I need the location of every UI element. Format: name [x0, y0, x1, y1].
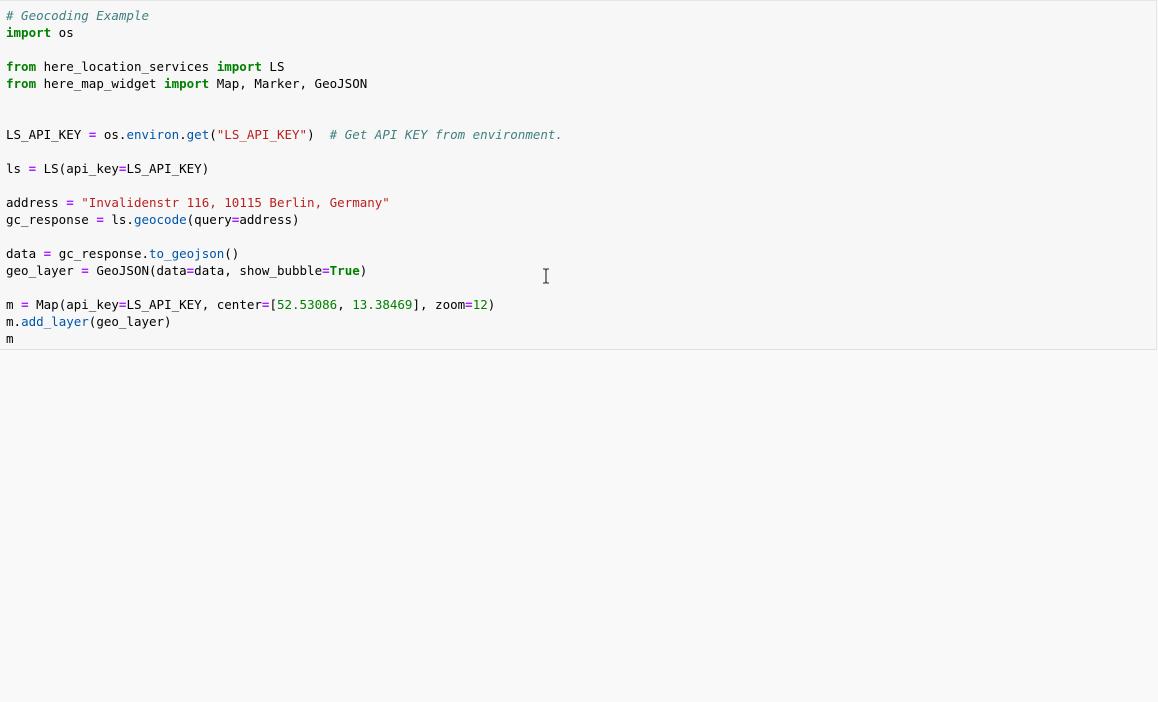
code-token: ) — [359, 263, 368, 278]
code-token: ( — [209, 127, 217, 142]
code-token: ls — [103, 212, 127, 227]
code-token: Map, Marker, GeoJSON — [209, 76, 368, 91]
code-token: = — [28, 161, 37, 176]
code-token: LS — [261, 59, 285, 74]
code-token: 12 — [472, 297, 488, 312]
code-line[interactable]: data = gc_response.to_geojson() — [6, 245, 563, 262]
code-token: geocode — [133, 212, 187, 227]
code-token: . — [13, 314, 22, 329]
code-line[interactable]: LS_API_KEY = os.environ.get("LS_API_KEY"… — [6, 126, 563, 143]
code-token: LS_API_KEY) — [126, 161, 210, 176]
code-token: ], zoom — [412, 297, 466, 312]
code-line[interactable]: from here_location_services import LS — [6, 58, 563, 75]
code-token: address — [6, 195, 67, 210]
code-token: # Get API KEY from environment. — [329, 127, 563, 142]
code-token: LS_API_KEY, center — [126, 297, 262, 312]
code-token: environ — [126, 127, 180, 142]
code-token: ) — [307, 127, 330, 142]
code-token: os — [51, 25, 74, 40]
code-line[interactable] — [6, 109, 563, 126]
code-token: "LS_API_KEY" — [216, 127, 308, 142]
code-cell[interactable]: # Geocoding Example import os from here_l… — [0, 0, 1157, 350]
code-line[interactable] — [6, 228, 563, 245]
code-line[interactable]: m.add_layer(geo_layer) — [6, 313, 563, 330]
code-token: here_map_widget — [36, 76, 165, 91]
code-token: os — [96, 127, 119, 142]
code-token: from — [6, 59, 37, 74]
code-token: import — [164, 76, 210, 91]
code-line[interactable] — [6, 177, 563, 194]
code-line[interactable]: from here_map_widget import Map, Marker,… — [6, 75, 563, 92]
code-line[interactable] — [6, 279, 563, 296]
code-line[interactable]: import os — [6, 24, 563, 41]
code-token: . — [179, 127, 187, 142]
code-token: from — [6, 76, 37, 91]
code-line[interactable] — [6, 41, 563, 58]
code-token: data, show_bubble — [194, 263, 323, 278]
code-token: LS(api_key — [36, 161, 119, 176]
code-token: = — [465, 297, 473, 312]
code-token: = — [66, 195, 74, 210]
code-line[interactable]: ls = LS(api_key=LS_API_KEY) — [6, 160, 563, 177]
code-line[interactable] — [6, 143, 563, 160]
code-line[interactable]: # Geocoding Example — [6, 7, 563, 24]
code-token: . — [141, 246, 150, 261]
code-token: GeoJSON(data — [88, 263, 187, 278]
code-token: (geo_layer) — [88, 314, 172, 329]
code-token: LS_API_KEY — [6, 127, 89, 142]
code-line[interactable]: geo_layer = GeoJSON(data=data, show_bubb… — [6, 262, 563, 279]
code-token: = — [81, 263, 89, 278]
code-token: gc_response — [51, 246, 142, 261]
code-token: = — [21, 297, 29, 312]
code-token: , — [337, 297, 353, 312]
code-token: m — [6, 314, 14, 329]
code-token: get — [186, 127, 210, 142]
code-token: 13.38469 — [352, 297, 413, 312]
code-token: to_geojson — [149, 246, 225, 261]
code-token: gc_response — [6, 212, 97, 227]
code-token: # Geocoding Example — [6, 8, 149, 23]
code-token: ls — [6, 161, 29, 176]
code-token: = — [322, 263, 330, 278]
code-token: import — [6, 25, 52, 40]
code-line[interactable] — [6, 92, 563, 109]
code-token: here_location_services — [36, 59, 217, 74]
code-token: add_layer — [21, 314, 89, 329]
code-token: = — [96, 212, 104, 227]
code-line[interactable]: m — [6, 330, 563, 347]
code-token: import — [216, 59, 262, 74]
code-line[interactable]: gc_response = ls.geocode(query=address) — [6, 211, 563, 228]
code-token: data — [6, 246, 44, 261]
code-token: m — [6, 331, 14, 346]
code-token: ) — [487, 297, 496, 312]
code-editor[interactable]: # Geocoding Example import os from here_l… — [6, 7, 563, 347]
code-line[interactable]: address = "Invalidenstr 116, 10115 Berli… — [6, 194, 563, 211]
code-token: m — [6, 297, 22, 312]
code-token: (query — [186, 212, 232, 227]
code-token: Map(api_key — [28, 297, 119, 312]
code-token: [ — [269, 297, 277, 312]
code-token: 52.53086 — [276, 297, 338, 312]
notebook: # Geocoding Example import os from here_l… — [0, 0, 1158, 702]
code-token: . — [126, 212, 134, 227]
code-token: "Invalidenstr 116, 10115 Berlin, Germany… — [81, 195, 390, 210]
text-cursor-icon — [541, 268, 551, 284]
code-token: True — [329, 263, 360, 278]
code-token: address) — [239, 212, 300, 227]
code-line[interactable]: m = Map(api_key=LS_API_KEY, center=[52.5… — [6, 296, 563, 313]
code-token: () — [224, 246, 240, 261]
output-area — [0, 351, 1158, 702]
code-token: geo_layer — [6, 263, 82, 278]
